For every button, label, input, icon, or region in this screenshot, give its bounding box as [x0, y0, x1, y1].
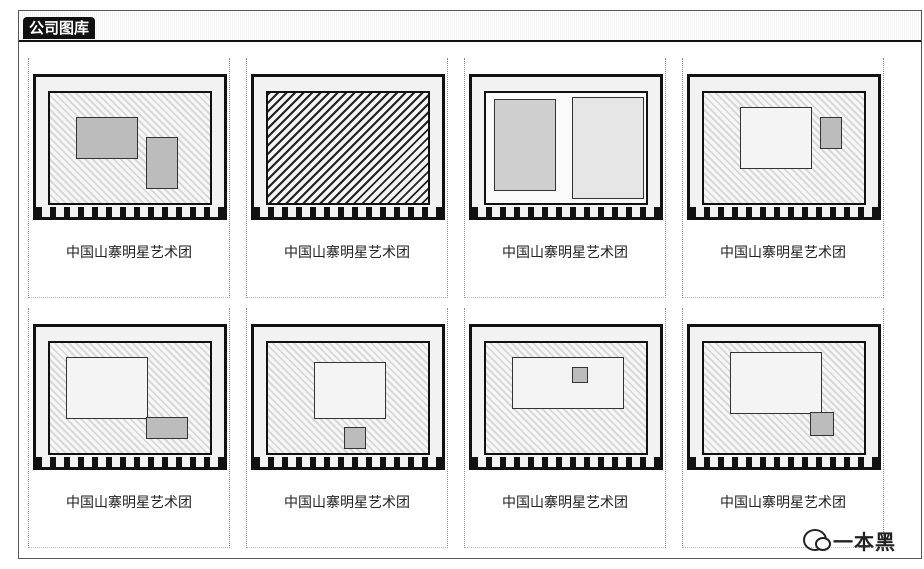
thumbnail-image[interactable]: [469, 324, 663, 470]
wechat-icon: [803, 529, 831, 551]
thumbnail-image[interactable]: [687, 74, 881, 220]
thumbnail-image[interactable]: [251, 74, 445, 220]
thumbnail-caption[interactable]: 中国山寨明星艺术团: [683, 242, 883, 262]
gallery-item[interactable]: 中国山寨明星艺术团: [28, 58, 230, 298]
thumbnail-caption[interactable]: 中国山寨明星艺术团: [683, 492, 883, 512]
image-gallery: 中国山寨明星艺术团 中国山寨明星艺术团 中国山寨明星艺术团 中国山寨明星艺术团: [28, 58, 920, 550]
gallery-item[interactable]: 中国山寨明星艺术团: [682, 58, 884, 298]
thumbnail-image[interactable]: [33, 74, 227, 220]
thumbnail-caption[interactable]: 中国山寨明星艺术团: [247, 492, 447, 512]
thumbnail-caption[interactable]: 中国山寨明星艺术团: [29, 242, 229, 262]
gallery-item[interactable]: 中国山寨明星艺术团: [28, 308, 230, 548]
thumbnail-image[interactable]: [687, 324, 881, 470]
thumbnail-caption[interactable]: 中国山寨明星艺术团: [247, 242, 447, 262]
gallery-item[interactable]: 中国山寨明星艺术团: [246, 58, 448, 298]
watermark-text: 一本黑: [833, 529, 896, 554]
thumbnail-image[interactable]: [469, 74, 663, 220]
gallery-item[interactable]: 中国山寨明星艺术团: [464, 308, 666, 548]
section-title: 公司图库: [23, 17, 96, 39]
thumbnail-image[interactable]: [33, 324, 227, 470]
thumbnail-caption[interactable]: 中国山寨明星艺术团: [465, 492, 665, 512]
watermark: 一本黑: [803, 525, 896, 555]
gallery-item[interactable]: 中国山寨明星艺术团: [682, 308, 884, 548]
thumbnail-caption[interactable]: 中国山寨明星艺术团: [29, 492, 229, 512]
gallery-item[interactable]: 中国山寨明星艺术团: [464, 58, 666, 298]
thumbnail-caption[interactable]: 中国山寨明星艺术团: [465, 242, 665, 262]
section-header: 公司图库: [19, 11, 921, 42]
thumbnail-image[interactable]: [251, 324, 445, 470]
gallery-item[interactable]: 中国山寨明星艺术团: [246, 308, 448, 548]
